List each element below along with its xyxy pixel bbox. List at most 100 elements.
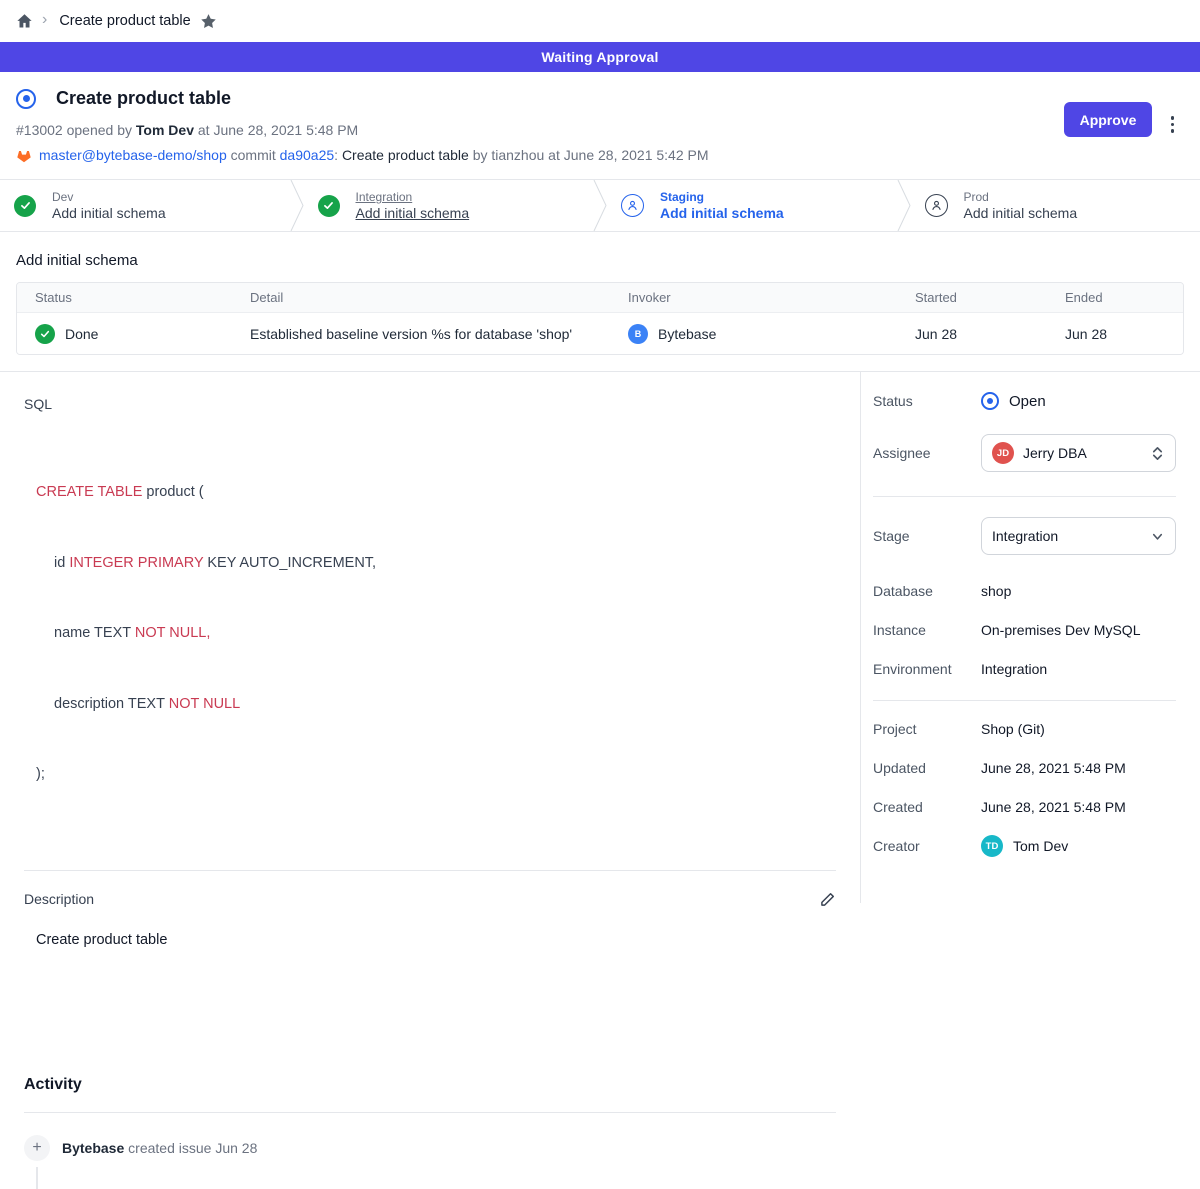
avatar: B (628, 324, 648, 344)
favorite-button[interactable] (200, 13, 217, 30)
task-ended-cell: Jun 28 (1047, 326, 1183, 342)
sql-line: CREATE TABLE product ( (36, 481, 836, 505)
activity-heading: Activity (24, 1076, 836, 1094)
check-circle-icon (318, 195, 340, 217)
activity-date: Jun 28 (215, 1140, 257, 1156)
stage-separator (290, 180, 304, 231)
issue-title: Create product table (56, 88, 231, 109)
task-invoker-cell: B Bytebase (610, 324, 897, 344)
pencil-icon (819, 891, 836, 908)
divider (24, 1112, 836, 1113)
environment-value: Integration (981, 661, 1176, 677)
issue-id: #13002 (16, 122, 63, 138)
description-label: Description (24, 891, 94, 907)
sql-text: name TEXT (54, 625, 135, 641)
stage-select[interactable]: Integration (981, 517, 1176, 555)
status-open-icon (981, 392, 999, 410)
project-label: Project (873, 721, 981, 737)
avatar: TD (981, 835, 1003, 857)
task-row[interactable]: Done Established baseline version %s for… (17, 313, 1183, 354)
home-icon (16, 13, 33, 30)
project-value: Shop (Git) (981, 721, 1176, 737)
repo-link[interactable]: master@bytebase-demo/shop (39, 147, 227, 163)
stage-env-label: Staging (660, 190, 784, 204)
issue-header: Create product table #13002 opened by To… (0, 72, 1200, 179)
stage-env-label: Dev (52, 190, 166, 204)
sql-text: ); (36, 766, 45, 782)
activity-item: + Bytebase created issue Jun 28 (24, 1135, 836, 1161)
check-circle-icon (35, 324, 55, 344)
column-ended: Ended (1047, 290, 1183, 305)
waiting-approval-banner: Waiting Approval (0, 42, 1200, 72)
database-label: Database (873, 583, 981, 599)
activity-actor: Bytebase (62, 1140, 124, 1156)
instance-label: Instance (873, 622, 981, 638)
sql-keyword: INTEGER PRIMARY (69, 555, 203, 571)
banner-text: Waiting Approval (541, 49, 658, 65)
stage-env-label: Prod (964, 190, 1078, 204)
chevron-down-icon (1150, 529, 1165, 544)
task-table: Status Detail Invoker Started Ended Done… (16, 282, 1184, 355)
commit-suffix: by tianzhou at June 28, 2021 5:42 PM (469, 147, 709, 163)
activity-action: created issue (124, 1140, 215, 1156)
sql-keyword: CREATE TABLE (36, 484, 142, 500)
task-status-cell: Done (17, 324, 232, 344)
column-started: Started (897, 290, 1047, 305)
more-actions-button[interactable] (1167, 112, 1179, 137)
edit-description-button[interactable] (819, 891, 836, 908)
updown-chevron-icon (1150, 445, 1165, 462)
pipeline-stages: DevAdd initial schema IntegrationAdd ini… (0, 179, 1200, 232)
sql-line: name TEXT NOT NULL, (36, 622, 836, 646)
description-text: Create product table (36, 932, 836, 948)
assignee-value: Jerry DBA (1023, 445, 1087, 461)
breadcrumb: › Create product table (0, 0, 1200, 42)
commit-hash-link[interactable]: da90a25 (280, 147, 335, 163)
database-value: shop (981, 583, 1176, 599)
updated-value: June 28, 2021 5:48 PM (981, 760, 1176, 776)
sql-text: id (54, 555, 69, 571)
gitlab-icon (16, 148, 32, 163)
stage-separator (593, 180, 607, 231)
column-invoker: Invoker (610, 290, 897, 305)
assignee-select[interactable]: JD Jerry DBA (981, 434, 1176, 472)
assignee-label: Assignee (873, 445, 981, 461)
task-detail-cell: Established baseline version %s for data… (232, 326, 610, 342)
sql-line: id INTEGER PRIMARY KEY AUTO_INCREMENT, (36, 552, 836, 576)
commit-message: Create product table (342, 147, 469, 163)
created-label: Created (873, 799, 981, 815)
approve-button[interactable]: Approve (1064, 102, 1152, 137)
divider (873, 700, 1176, 701)
meta-text: opened by (63, 122, 136, 138)
stage-prod[interactable]: ProdAdd initial schema (911, 180, 1200, 231)
task-invoker-text: Bytebase (658, 326, 716, 342)
commit-colon: : (334, 147, 342, 163)
status-value: Open (1009, 393, 1046, 410)
main-panel: SQL CREATE TABLE product ( id INTEGER PR… (0, 372, 860, 903)
check-circle-icon (14, 195, 36, 217)
sql-line: ); (36, 763, 836, 787)
stage-task-label: Add initial schema (964, 205, 1078, 221)
task-table-header: Status Detail Invoker Started Ended (17, 283, 1183, 313)
sql-keyword: NOT NULL (169, 696, 240, 712)
stage-dev[interactable]: DevAdd initial schema (0, 180, 290, 231)
commit-word: commit (227, 147, 280, 163)
column-status: Status (17, 290, 232, 305)
star-icon (200, 13, 217, 30)
home-button[interactable] (16, 13, 33, 30)
task-status-text: Done (65, 326, 98, 342)
instance-value: On-premises Dev MySQL (981, 622, 1176, 638)
chevron-right-icon: › (42, 12, 47, 28)
column-detail: Detail (232, 290, 610, 305)
sql-keyword: NOT NULL, (135, 625, 210, 641)
issue-meta: #13002 opened by Tom Dev at June 28, 202… (16, 122, 1176, 138)
stage-label: Stage (873, 528, 981, 544)
stage-integration[interactable]: IntegrationAdd initial schema (304, 180, 594, 231)
environment-label: Environment (873, 661, 981, 677)
stage-staging[interactable]: StagingAdd initial schema (607, 180, 897, 231)
stage-task-label: Add initial schema (660, 205, 784, 221)
created-value: June 28, 2021 5:48 PM (981, 799, 1176, 815)
content-split: SQL CREATE TABLE product ( id INTEGER PR… (0, 371, 1200, 903)
issue-sidebar: Status Open Assignee JD Jerry DBA Stage … (860, 372, 1200, 903)
divider (873, 496, 1176, 497)
stage-env-label: Integration (356, 190, 470, 204)
